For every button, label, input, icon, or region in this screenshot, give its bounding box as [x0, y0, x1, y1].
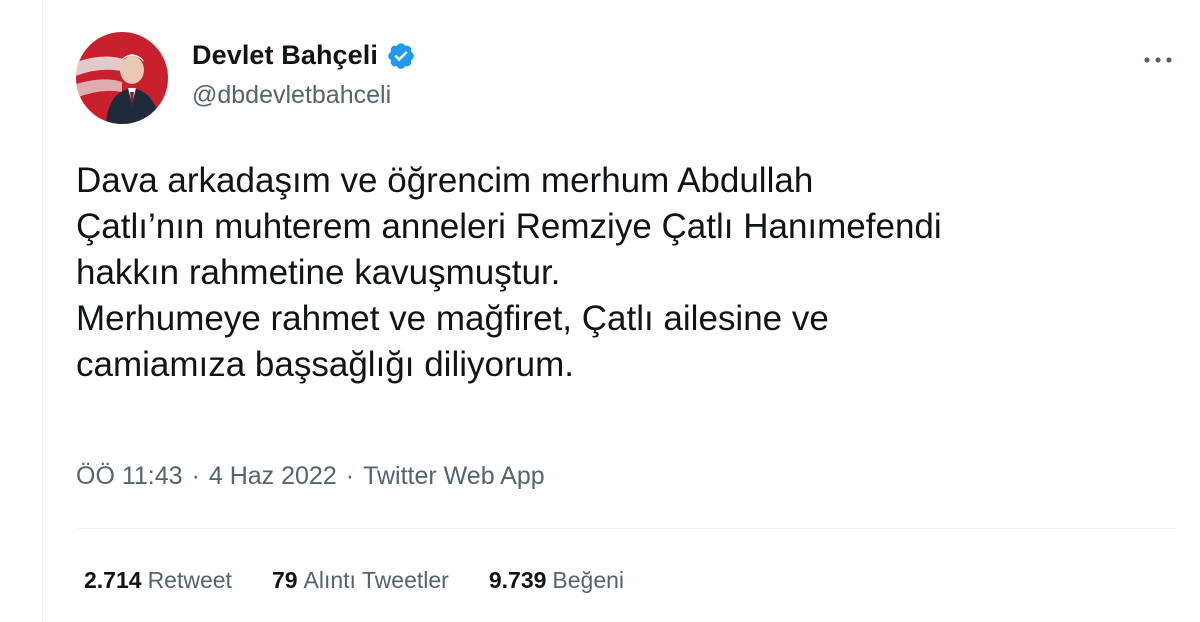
tweet-stats: 2.714 Retweet 79 Alıntı Tweetler 9.739 B…	[84, 567, 624, 594]
like-count: 9.739	[488, 567, 547, 593]
retweet-stat[interactable]: 2.714 Retweet	[84, 567, 232, 594]
author-handle[interactable]: @dbdevletbahceli	[192, 81, 391, 110]
more-options-button[interactable]	[1136, 42, 1180, 78]
tweet-time[interactable]: ÖÖ 11:43	[76, 462, 183, 491]
quote-tweet-label: Alıntı Tweetler	[303, 567, 449, 593]
verified-badge-icon	[388, 42, 414, 69]
meta-separator: ·	[191, 462, 200, 490]
more-horizontal-icon	[1144, 57, 1172, 63]
author-display-name[interactable]: Devlet Bahçeli	[192, 40, 378, 71]
quote-tweet-count: 79	[271, 567, 298, 593]
tweet-source[interactable]: Twitter Web App	[363, 462, 545, 491]
avatar[interactable]	[76, 32, 168, 124]
tweet-meta: ÖÖ 11:43 · 4 Haz 2022 · Twitter Web App	[76, 462, 545, 491]
tweet-date[interactable]: 4 Haz 2022	[209, 462, 337, 491]
divider	[76, 528, 1176, 529]
avatar-image	[76, 32, 168, 124]
quote-tweet-stat[interactable]: 79 Alıntı Tweetler	[272, 567, 449, 594]
retweet-count: 2.714	[84, 567, 142, 593]
author-name-row[interactable]: Devlet Bahçeli	[192, 40, 416, 71]
retweet-label: Retweet	[147, 567, 232, 593]
tweet-text: Dava arkadaşım ve öğrencim merhum Abdull…	[76, 161, 942, 384]
meta-separator: ·	[345, 462, 355, 490]
like-label: Beğeni	[552, 567, 625, 593]
like-stat[interactable]: 9.739 Beğeni	[489, 567, 624, 594]
